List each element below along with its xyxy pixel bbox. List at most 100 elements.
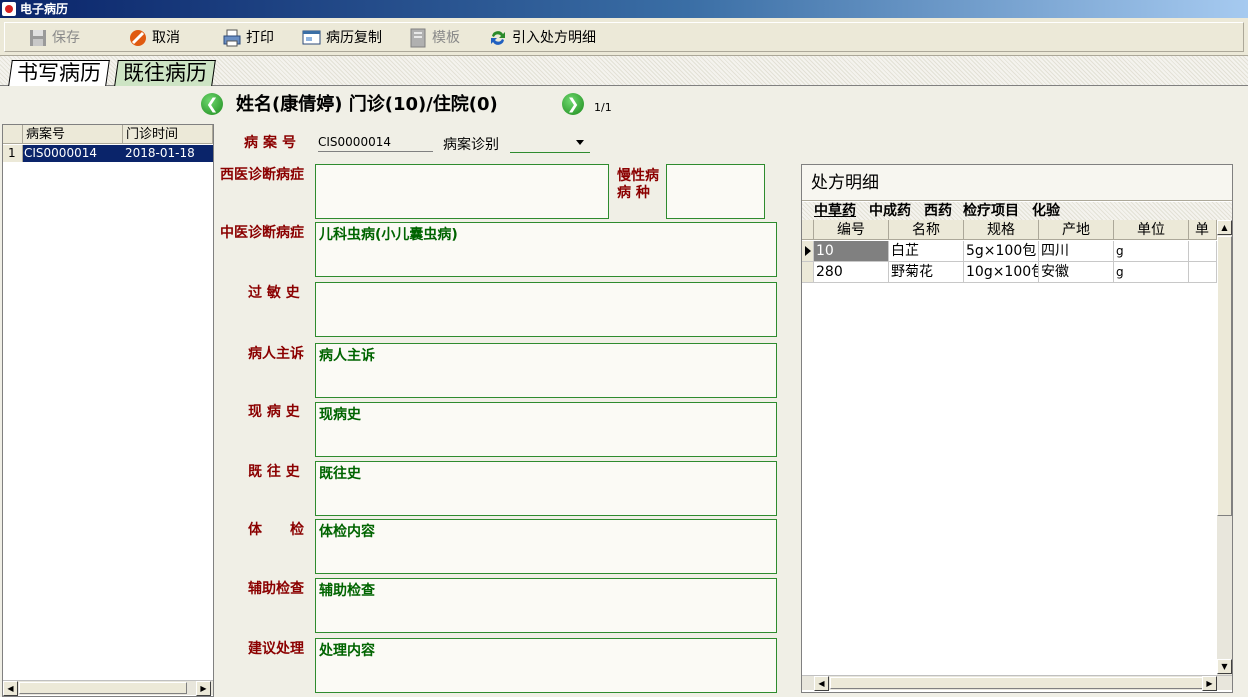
save-label: 保存 bbox=[52, 30, 80, 46]
scroll-down-button[interactable]: ▼ bbox=[1217, 659, 1232, 674]
patient-header: 姓名(康倩婷) 门诊(10)/住院(0) bbox=[236, 94, 498, 115]
advice-label: 建议处理 bbox=[248, 641, 304, 657]
refresh-icon bbox=[491, 31, 505, 45]
tab-write-record[interactable]: 书写病历 bbox=[8, 60, 110, 86]
record-list: 病案号 门诊时间 1 CIS0000014 2018-01-18 ◀ ▶ bbox=[2, 124, 214, 697]
tcm-dx-label: 中医诊断病症 bbox=[220, 225, 304, 241]
app-icon bbox=[2, 2, 16, 16]
page-counter: 1/1 bbox=[594, 101, 612, 114]
cell-name[interactable]: 白芷 bbox=[889, 241, 964, 262]
column-header-price[interactable]: 单 bbox=[1189, 220, 1217, 240]
scroll-thumb[interactable] bbox=[830, 677, 1204, 689]
scroll-right-button[interactable]: ▶ bbox=[1202, 676, 1217, 691]
cell-price[interactable] bbox=[1189, 262, 1217, 283]
present-illness-label: 现 病 史 bbox=[248, 404, 300, 420]
record-tabs: 书写病历 既往病历 bbox=[0, 56, 1248, 86]
print-button[interactable]: 打印 bbox=[222, 27, 282, 49]
scroll-left-button[interactable]: ◀ bbox=[3, 681, 18, 696]
allergy-label: 过 敏 史 bbox=[248, 285, 300, 301]
column-header-name[interactable]: 名称 bbox=[889, 220, 964, 240]
tab-western-medicine[interactable]: 西药 bbox=[924, 203, 952, 220]
row-indicator bbox=[802, 241, 814, 262]
cell-origin[interactable]: 四川 bbox=[1039, 241, 1114, 262]
column-header-spec[interactable]: 规格 bbox=[964, 220, 1039, 240]
cell-spec[interactable]: 10g×100包 bbox=[964, 262, 1039, 283]
western-dx-field[interactable] bbox=[315, 164, 609, 219]
cell-case-no: CIS0000014 bbox=[24, 146, 97, 160]
column-header-unit[interactable]: 单位 bbox=[1114, 220, 1189, 240]
copy-record-label: 病历复制 bbox=[326, 30, 382, 46]
column-header-code[interactable]: 编号 bbox=[814, 220, 889, 240]
cancel-label: 取消 bbox=[152, 30, 180, 46]
current-row-arrow-icon bbox=[805, 246, 811, 256]
template-label: 模板 bbox=[432, 30, 460, 46]
cell-visit-time: 2018-01-18 bbox=[125, 146, 195, 160]
prescription-title: 处方明细 bbox=[802, 165, 1232, 201]
cell-unit[interactable]: g bbox=[1114, 241, 1189, 262]
tab-exam-items[interactable]: 检疗项目 bbox=[963, 203, 1019, 220]
row-header-corner bbox=[3, 125, 23, 144]
rx-row-header-corner bbox=[802, 220, 814, 240]
tcm-dx-field[interactable]: 儿科虫病(小儿囊虫病) bbox=[315, 222, 777, 277]
tab-history-record[interactable]: 既往病历 bbox=[114, 60, 216, 86]
row-indicator bbox=[802, 262, 814, 283]
template-icon bbox=[410, 28, 426, 48]
vertical-scrollbar[interactable]: ▲ ▼ bbox=[1217, 220, 1232, 675]
past-history-field[interactable]: 既往史 bbox=[315, 461, 777, 516]
aux-exam-label: 辅助检查 bbox=[248, 581, 304, 597]
cell-origin[interactable]: 安徽 bbox=[1039, 262, 1114, 283]
case-type-select[interactable] bbox=[510, 133, 590, 153]
cell-price[interactable] bbox=[1189, 241, 1217, 262]
advice-field[interactable]: 处理内容 bbox=[315, 638, 777, 693]
window-title: 电子病历 bbox=[20, 2, 69, 16]
tab-patent-medicine[interactable]: 中成药 bbox=[869, 203, 911, 220]
cell-name[interactable]: 野菊花 bbox=[889, 262, 964, 283]
save-button[interactable]: 保存 bbox=[28, 27, 88, 49]
present-illness-field[interactable]: 现病史 bbox=[315, 402, 777, 457]
complaint-field[interactable]: 病人主诉 bbox=[315, 343, 777, 398]
import-rx-button[interactable]: 引入处方明细 bbox=[488, 27, 600, 49]
scroll-thumb[interactable] bbox=[19, 682, 187, 694]
table-row[interactable]: CIS0000014 2018-01-18 bbox=[23, 145, 213, 162]
copy-record-button[interactable]: 病历复制 bbox=[302, 27, 386, 49]
cell-code[interactable]: 10 bbox=[814, 241, 889, 262]
template-button[interactable]: 模板 bbox=[408, 27, 468, 49]
copy-icon bbox=[302, 30, 321, 45]
complaint-label: 病人主诉 bbox=[248, 346, 304, 362]
import-rx-label: 引入处方明细 bbox=[512, 30, 596, 46]
tab-lab-test[interactable]: 化验 bbox=[1032, 203, 1060, 220]
scroll-left-button[interactable]: ◀ bbox=[814, 676, 829, 691]
horizontal-scrollbar[interactable]: ◀ ▶ bbox=[802, 675, 1232, 691]
row-index: 1 bbox=[3, 145, 23, 162]
cell-unit[interactable]: g bbox=[1114, 262, 1189, 283]
save-icon bbox=[30, 30, 46, 46]
forward-arrow-icon[interactable]: ❯ bbox=[562, 93, 584, 115]
toolbar: 保存 取消 打印 病历复制 模板 引入处方明细 bbox=[0, 18, 1248, 56]
allergy-field[interactable] bbox=[315, 282, 777, 337]
cancel-button[interactable]: 取消 bbox=[128, 27, 188, 49]
physical-exam-field[interactable]: 体检内容 bbox=[315, 519, 777, 574]
scroll-up-button[interactable]: ▲ bbox=[1217, 220, 1232, 235]
cancel-icon bbox=[130, 30, 146, 46]
tab-herbal[interactable]: 中草药 bbox=[814, 203, 856, 220]
chronic-label-2: 病 种 bbox=[617, 185, 650, 201]
column-header-case-no[interactable]: 病案号 bbox=[23, 125, 123, 144]
horizontal-scrollbar[interactable]: ◀ ▶ bbox=[3, 680, 213, 696]
scroll-thumb[interactable] bbox=[1217, 236, 1232, 516]
physical-exam-label: 体 检 bbox=[248, 522, 304, 538]
column-header-origin[interactable]: 产地 bbox=[1039, 220, 1114, 240]
past-history-label: 既 往 史 bbox=[248, 464, 300, 480]
cell-code[interactable]: 280 bbox=[814, 262, 889, 283]
western-dx-label: 西医诊断病症 bbox=[220, 167, 304, 183]
window-title-bar: 电子病历 bbox=[0, 0, 1248, 18]
aux-exam-field[interactable]: 辅助检查 bbox=[315, 578, 777, 633]
case-no-field[interactable]: CIS0000014 bbox=[318, 132, 433, 152]
case-type-label: 病案诊别 bbox=[443, 137, 499, 153]
chronic-field[interactable] bbox=[666, 164, 765, 219]
scroll-right-button[interactable]: ▶ bbox=[196, 681, 211, 696]
back-arrow-icon[interactable]: ❮ bbox=[201, 93, 223, 115]
case-no-label: 病案号 bbox=[244, 135, 301, 151]
tab-history-label: 既往病历 bbox=[123, 61, 207, 85]
cell-spec[interactable]: 5g×100包 bbox=[964, 241, 1039, 262]
column-header-visit-time[interactable]: 门诊时间 bbox=[123, 125, 213, 144]
